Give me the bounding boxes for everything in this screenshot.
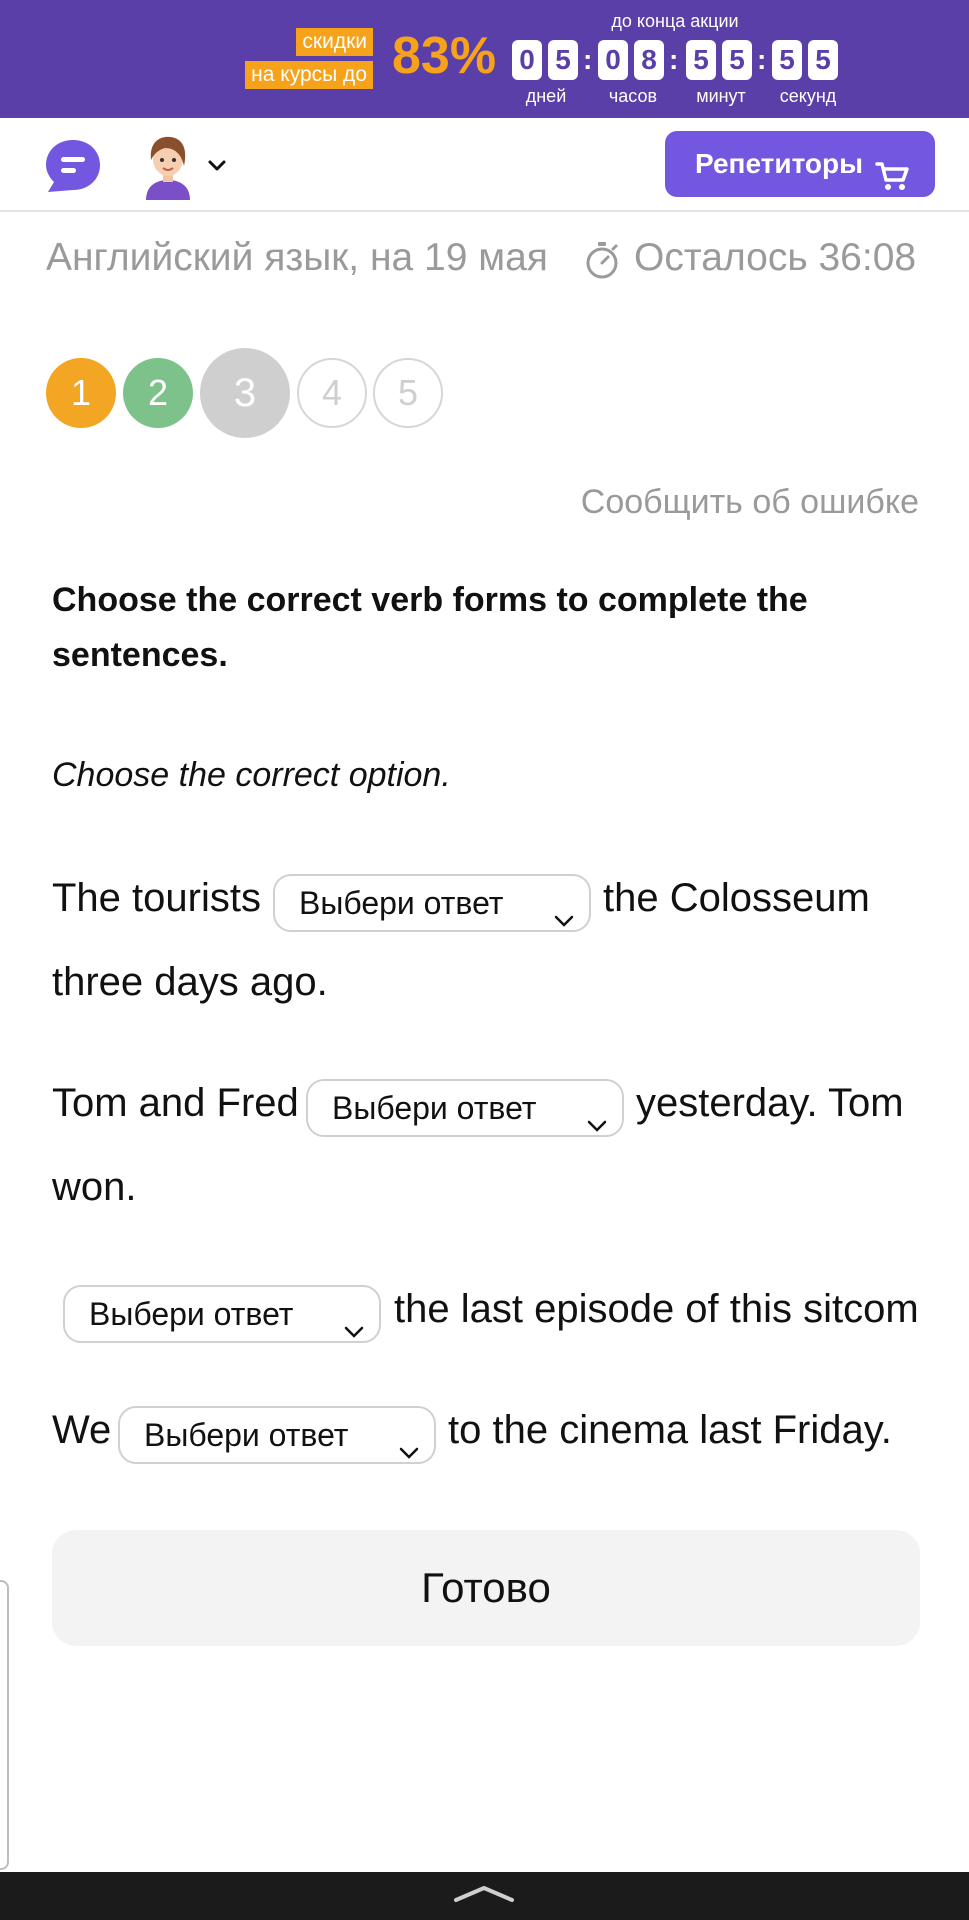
promo-tag-courses: на курсы до [245, 61, 373, 89]
tutors-button[interactable]: Репетиторы [665, 131, 935, 197]
app-header: Репетиторы [0, 118, 969, 212]
sentence-3-after: the last episode of this sitcom? [394, 1287, 920, 1331]
chevron-down-icon[interactable] [206, 154, 228, 176]
sentence-1-after: the Colosseum [603, 876, 870, 920]
countdown-minutes-digit-2: 5 [722, 40, 752, 80]
task-instruction: Choose the correct verb forms to complet… [52, 581, 808, 674]
sentence-4-after: to the cinema last Friday. [448, 1408, 892, 1452]
answer-select-2-label: Выбери ответ [332, 1090, 537, 1126]
countdown-separator: : [583, 44, 593, 75]
chevron-down-icon [398, 1426, 420, 1459]
sentence-2-before: Tom and Fred [52, 1081, 299, 1125]
system-navigation-bar [0, 1872, 969, 1920]
promo-percent: 83% [392, 27, 497, 85]
shopping-cart-icon [875, 149, 909, 190]
countdown-hours-digit-2: 8 [634, 40, 664, 80]
chat-bubble-icon[interactable] [44, 138, 102, 194]
sentence-4-before: We [52, 1408, 112, 1452]
sentence-1-before: The tourists [52, 876, 261, 920]
chevron-down-icon [586, 1099, 608, 1132]
test-title: Английский язык, на 19 мая [46, 236, 548, 279]
chevron-up-icon[interactable] [452, 1882, 516, 1906]
step-1[interactable]: 1 [46, 358, 116, 428]
countdown-separator: : [757, 44, 767, 75]
promo-banner[interactable]: скидки на курсы до 83% до конца акции 0 … [0, 0, 969, 118]
answer-select-1[interactable]: Выбери ответ [273, 874, 591, 932]
sentence-1-continuation: three days ago. [52, 960, 328, 1004]
answer-select-3-label: Выбери ответ [89, 1296, 294, 1332]
user-avatar[interactable] [138, 132, 198, 200]
promo-tag-discounts: скидки [296, 28, 373, 56]
answer-select-4-label: Выбери ответ [144, 1417, 349, 1453]
answer-select-4[interactable]: Выбери ответ [118, 1406, 436, 1464]
step-2[interactable]: 2 [123, 358, 193, 428]
countdown-seconds-digit-1: 5 [772, 40, 802, 80]
countdown-days-digit-1: 0 [512, 40, 542, 80]
chevron-down-icon [343, 1305, 365, 1338]
chevron-down-icon [553, 894, 575, 927]
done-button[interactable]: Готово [52, 1530, 920, 1646]
sentence-2-continuation: won. [52, 1165, 137, 1209]
tutors-button-label: Репетиторы [695, 148, 864, 179]
countdown-unit-seconds: секунд [779, 86, 837, 106]
step-4[interactable]: 4 [297, 358, 367, 428]
step-3-current[interactable]: 3 [200, 348, 290, 438]
countdown-days-digit-2: 5 [548, 40, 578, 80]
countdown-hours-digit-1: 0 [598, 40, 628, 80]
stopwatch-icon [582, 240, 622, 280]
countdown-separator: : [669, 44, 679, 75]
timer-label: Осталось 36:08 [634, 236, 917, 279]
countdown-unit-hours: часов [608, 86, 658, 106]
report-error-link[interactable]: Сообщить об ошибке [581, 480, 919, 524]
countdown-seconds-digit-2: 5 [808, 40, 838, 80]
task-hint: Choose the correct option. [52, 756, 451, 794]
answer-select-1-label: Выбери ответ [299, 885, 504, 921]
step-5[interactable]: 5 [373, 358, 443, 428]
sentence-2-after: yesterday. Tom [636, 1081, 904, 1125]
countdown-minutes-digit-1: 5 [686, 40, 716, 80]
countdown-unit-minutes: минут [696, 86, 746, 106]
countdown-unit-days: дней [525, 86, 567, 106]
answer-select-3[interactable]: Выбери ответ [63, 1285, 381, 1343]
answer-select-2[interactable]: Выбери ответ [306, 1079, 624, 1137]
promo-until-label: до конца акции [611, 11, 739, 31]
side-panel-handle[interactable] [0, 1580, 9, 1870]
